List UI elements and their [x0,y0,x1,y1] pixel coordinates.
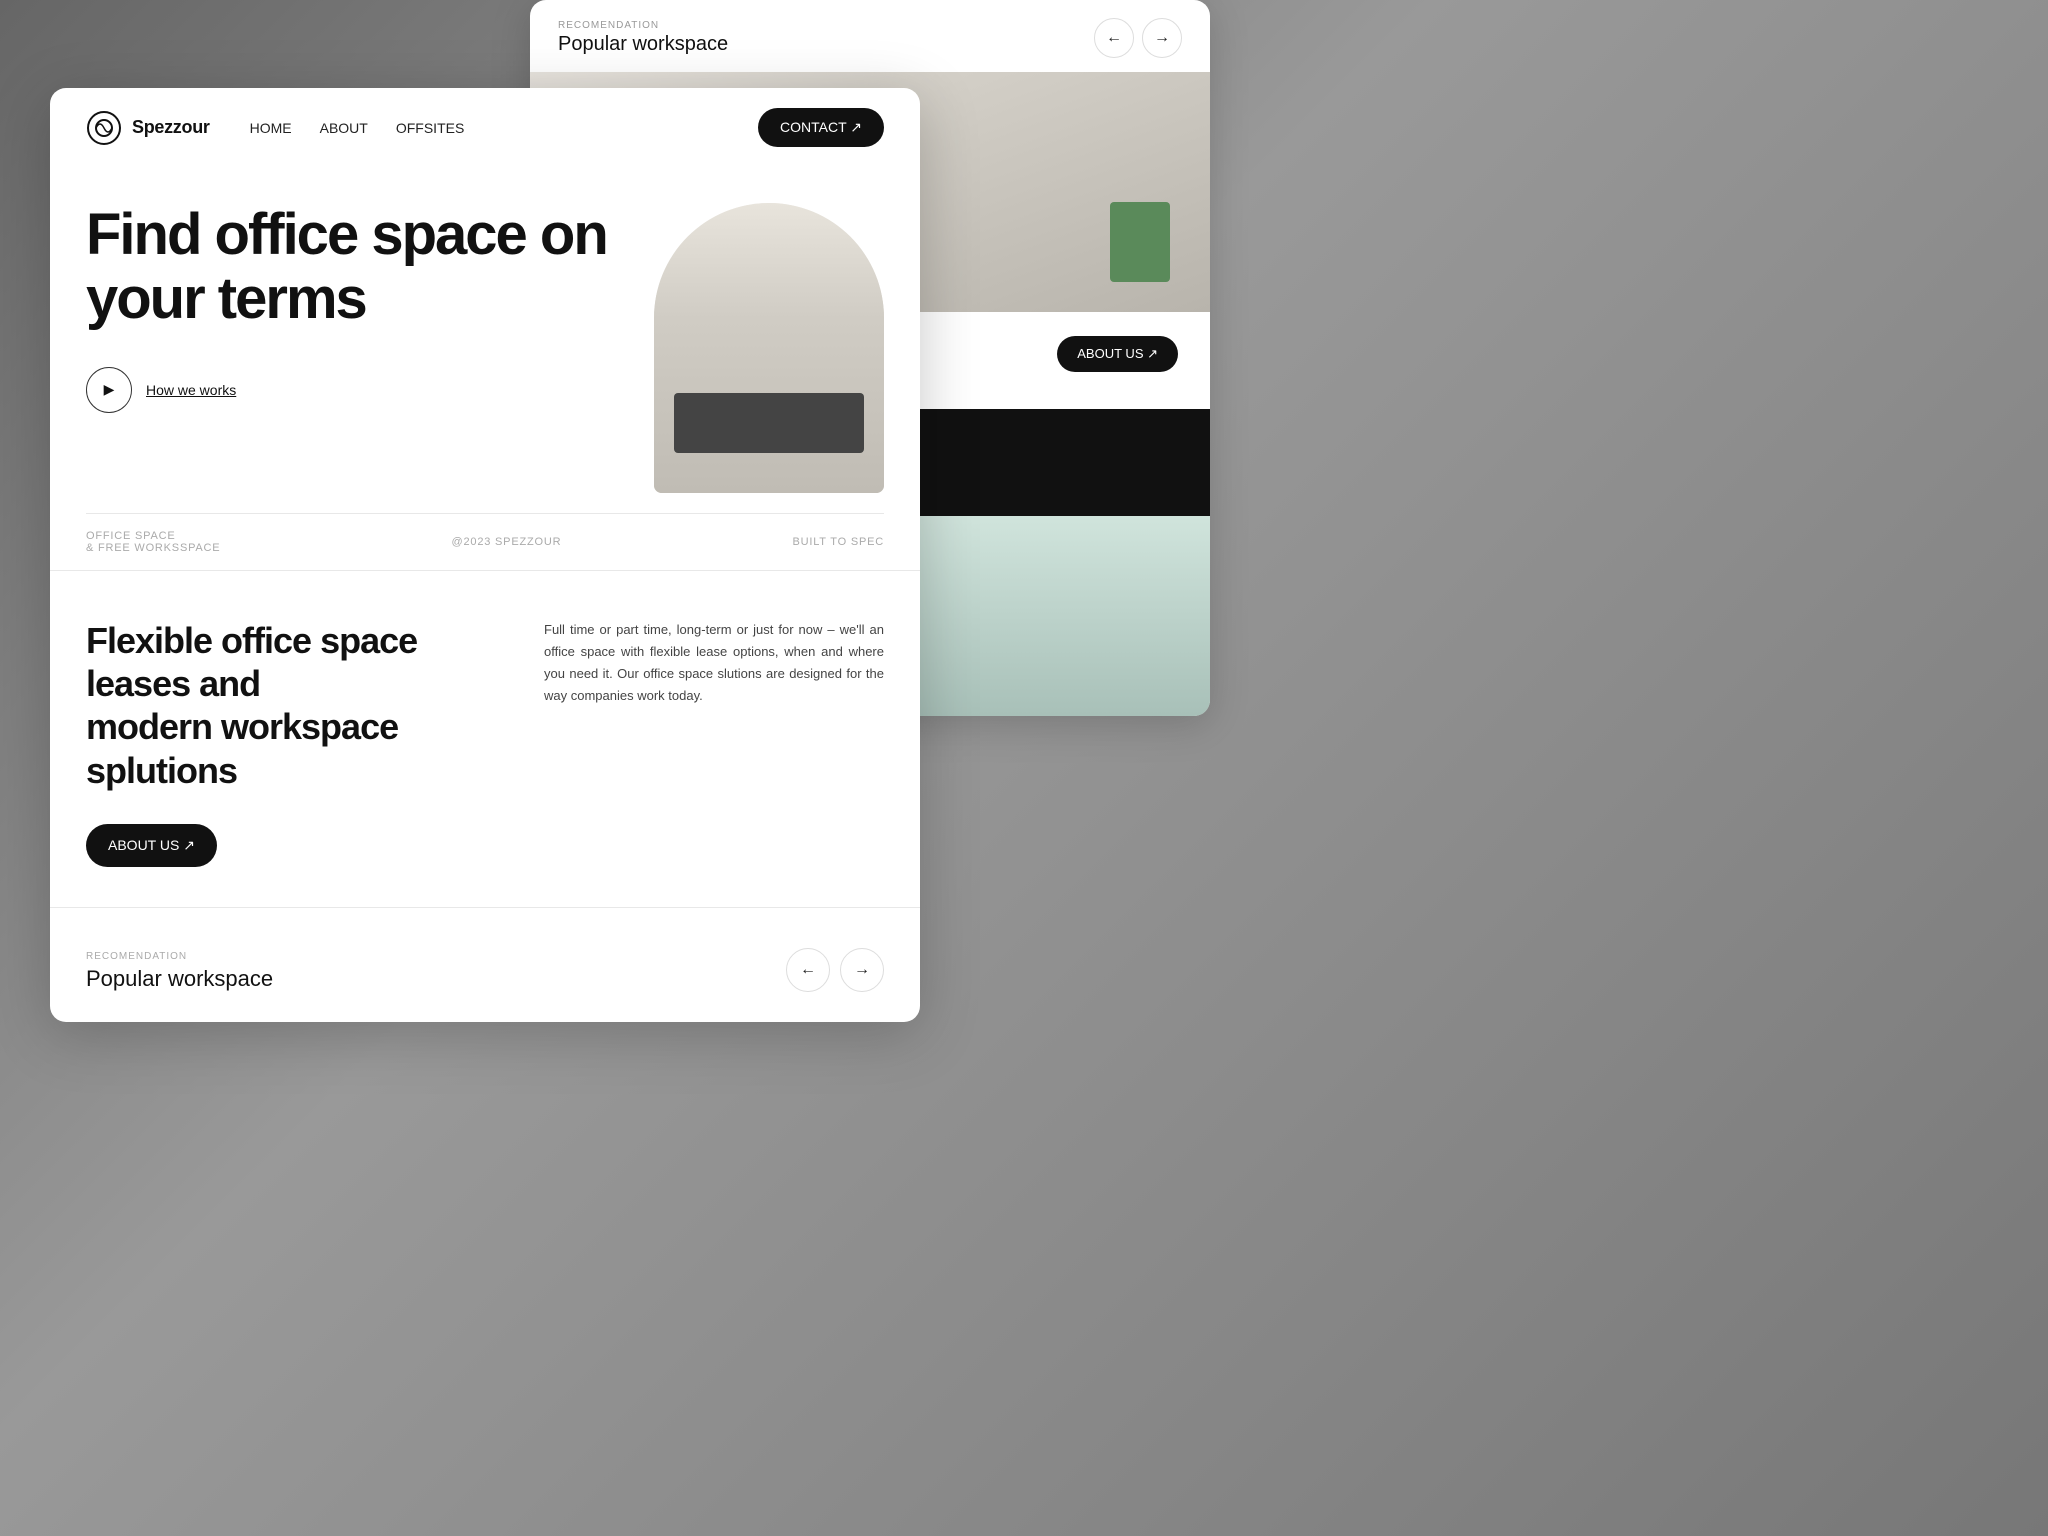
logo-text: Spezzour [132,117,210,138]
nav-home[interactable]: HOME [250,120,292,136]
section3: RECOMENDATION Popular workspace ← → [50,907,920,1022]
play-icon: ▶ [104,381,115,398]
hero-footer-bar: OFFICE SPACE& FREE WORKSSPACE @2023 SPEZ… [86,513,884,570]
hero-office-image [654,203,884,493]
hero-title-line2: your terms [86,266,366,331]
spezzour-logo-icon [86,110,122,146]
about-us-button-main[interactable]: ABOUT US ↗ [86,824,217,867]
card-back-nav: ← → [1094,18,1182,58]
section2: Flexible office space leases and modern … [50,570,920,907]
prev-button-main[interactable]: ← [786,948,830,992]
card-back-header: RECOMENDATION Popular workspace ← → [530,0,1210,72]
recommendation-label-main: RECOMENDATION [86,951,273,962]
contact-button[interactable]: CONTACT ↗ [758,108,884,147]
footer-right: BUILT TO SPEC [792,536,884,548]
section3-title-group: RECOMENDATION Popular workspace [86,951,273,992]
hero-title: Find office space on your terms [86,203,634,331]
hero-left: Find office space on your terms ▶ How we… [86,203,654,413]
recommendation-nav: ← → [786,948,884,992]
section2-title-line1: Flexible office space leases and [86,620,417,704]
section2-title: Flexible office space leases and modern … [86,619,504,792]
section2-layout: Flexible office space leases and modern … [86,619,884,867]
nav-offsites[interactable]: OFFSITES [396,120,464,136]
about-us-label: ABOUT US ↗ [108,837,195,854]
how-we-works-link[interactable]: How we works [146,382,236,398]
popular-workspace-title-main: Popular workspace [86,966,273,992]
footer-center: @2023 SPEZZOUR [452,536,562,548]
card-main: Spezzour HOME ABOUT OFFSITES CONTACT ↗ F… [50,88,920,1022]
logo: Spezzour [86,110,210,146]
play-button[interactable]: ▶ [86,367,132,413]
next-button-back[interactable]: → [1142,18,1182,58]
footer-left: OFFICE SPACE& FREE WORKSSPACE [86,530,220,554]
navbar: Spezzour HOME ABOUT OFFSITES CONTACT ↗ [50,88,920,167]
hero-title-line1: Find office space on [86,202,607,267]
nav-links: HOME ABOUT OFFSITES [250,120,726,136]
popular-workspace-title-back: Popular workspace [558,33,728,56]
section2-description: Full time or part time, long-term or jus… [544,619,884,707]
section2-right: Full time or part time, long-term or jus… [544,619,884,707]
card-back-title-group: RECOMENDATION Popular workspace [558,20,728,56]
hero-section: Find office space on your terms ▶ How we… [50,167,920,513]
prev-button-back[interactable]: ← [1094,18,1134,58]
section3-header: RECOMENDATION Popular workspace ← → [86,948,884,992]
section2-title-line2: modern workspace splutions [86,706,398,790]
next-button-main[interactable]: → [840,948,884,992]
about-us-button-back[interactable]: ABOUT US ↗ [1057,336,1178,372]
nav-about[interactable]: ABOUT [320,120,368,136]
section2-left: Flexible office space leases and modern … [86,619,504,867]
hero-cta: ▶ How we works [86,367,634,413]
recommendation-label-back: RECOMENDATION [558,20,728,31]
